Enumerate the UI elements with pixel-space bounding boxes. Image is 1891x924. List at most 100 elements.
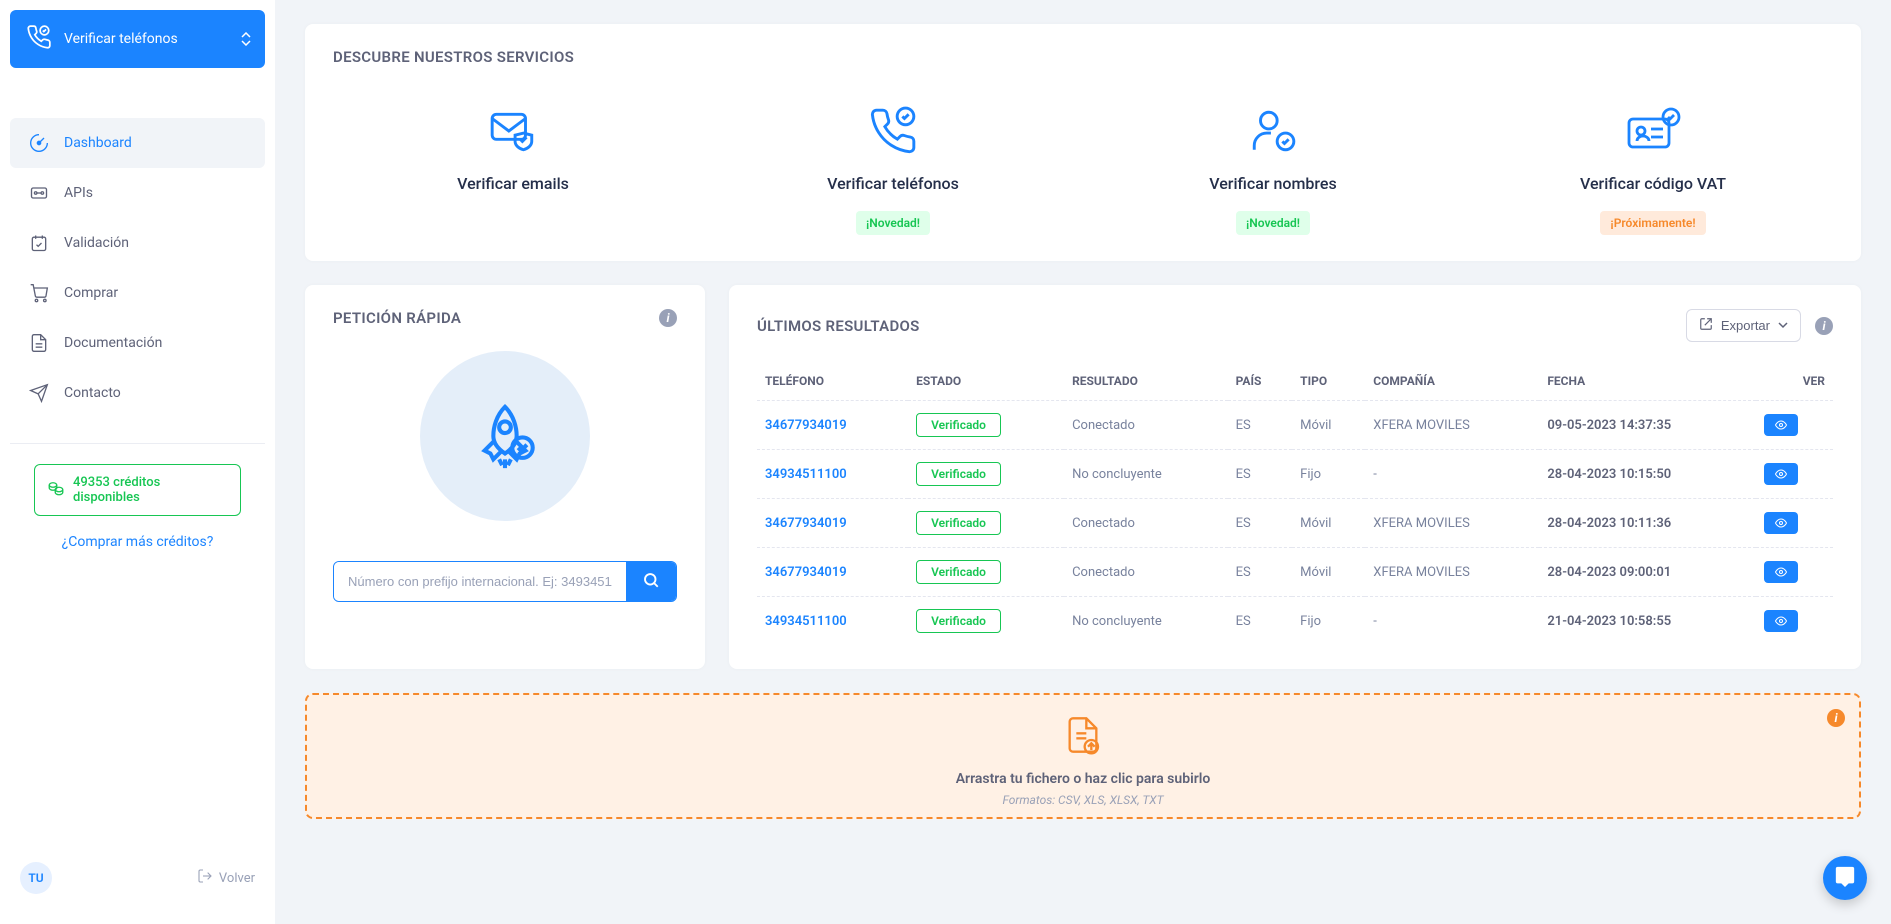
cell-tipo: Fijo bbox=[1292, 597, 1365, 646]
service-label: Verificar teléfonos bbox=[827, 174, 959, 193]
sidebar-item-label: Validación bbox=[64, 235, 129, 251]
col-pais: PAÍS bbox=[1228, 362, 1293, 401]
service-verify-phones[interactable]: Verificar teléfonos ¡Novedad! bbox=[713, 106, 1073, 237]
chevron-updown-icon bbox=[241, 32, 251, 46]
apis-icon bbox=[28, 182, 50, 204]
file-upload-icon bbox=[335, 715, 1831, 759]
cart-icon bbox=[28, 282, 50, 304]
phone-check-icon bbox=[26, 24, 52, 54]
sidebar-item-validacion[interactable]: Validación bbox=[10, 218, 265, 268]
cell-fecha: 28-04-2023 10:15:50 bbox=[1539, 450, 1755, 499]
divider bbox=[10, 443, 265, 444]
cell-pais: ES bbox=[1228, 548, 1293, 597]
cell-compania: - bbox=[1365, 450, 1539, 499]
cell-compania: XFERA MOVILES bbox=[1365, 401, 1539, 450]
id-card-check-icon bbox=[1625, 106, 1681, 156]
cell-resultado: Conectado bbox=[1064, 499, 1228, 548]
cell-resultado: No concluyente bbox=[1064, 597, 1228, 646]
rocket-illustration bbox=[420, 351, 590, 521]
sidebar-item-dashboard[interactable]: Dashboard bbox=[10, 118, 265, 168]
col-resultado: RESULTADO bbox=[1064, 362, 1228, 401]
sidebar-item-apis[interactable]: APIs bbox=[10, 168, 265, 218]
sidebar-item-label: Comprar bbox=[64, 285, 118, 301]
mail-shield-icon bbox=[488, 106, 538, 156]
cell-resultado: No concluyente bbox=[1064, 450, 1228, 499]
services-title: DESCUBRE NUESTROS SERVICIOS bbox=[333, 48, 1833, 66]
phone-input[interactable] bbox=[334, 562, 626, 601]
col-compania: COMPAÑÍA bbox=[1365, 362, 1539, 401]
view-button[interactable] bbox=[1764, 610, 1798, 632]
quick-request-card: PETICIÓN RÁPIDA i bbox=[305, 285, 705, 669]
export-label: Exportar bbox=[1721, 318, 1770, 333]
sidebar: Verificar teléfonos Dashboard APIs bbox=[0, 0, 275, 924]
cell-resultado: Conectado bbox=[1064, 548, 1228, 597]
buy-more-credits-link[interactable]: ¿Comprar más créditos? bbox=[10, 534, 265, 550]
service-verify-vat[interactable]: Verificar código VAT ¡Próximamente! bbox=[1473, 106, 1833, 237]
view-button[interactable] bbox=[1764, 561, 1798, 583]
status-badge: Verificado bbox=[916, 560, 1001, 584]
view-button[interactable] bbox=[1764, 463, 1798, 485]
phone-check-icon bbox=[868, 106, 918, 156]
credits-button[interactable]: 49353 créditos disponibles bbox=[34, 464, 241, 516]
cell-tipo: Móvil bbox=[1292, 401, 1365, 450]
dashboard-icon bbox=[28, 132, 50, 154]
coins-icon bbox=[47, 479, 65, 501]
phone-link[interactable]: 34677934019 bbox=[765, 418, 847, 433]
service-verify-names[interactable]: Verificar nombres ¡Novedad! bbox=[1093, 106, 1453, 237]
cell-tipo: Fijo bbox=[1292, 450, 1365, 499]
info-icon[interactable]: i bbox=[659, 309, 677, 327]
cell-compania: - bbox=[1365, 597, 1539, 646]
service-label: Verificar nombres bbox=[1209, 174, 1336, 193]
info-icon[interactable]: i bbox=[1827, 709, 1845, 727]
sidebar-item-label: Contacto bbox=[64, 385, 121, 401]
export-button[interactable]: Exportar bbox=[1686, 309, 1801, 342]
phone-link[interactable]: 34934511100 bbox=[765, 614, 847, 629]
brand-selector[interactable]: Verificar teléfonos bbox=[10, 10, 265, 68]
results-title: ÚLTIMOS RESULTADOS bbox=[757, 317, 920, 335]
sidebar-item-label: Documentación bbox=[64, 335, 162, 351]
view-button[interactable] bbox=[1764, 414, 1798, 436]
cell-fecha: 28-04-2023 10:11:36 bbox=[1539, 499, 1755, 548]
search-icon bbox=[642, 571, 660, 592]
cell-pais: ES bbox=[1228, 597, 1293, 646]
info-icon[interactable]: i bbox=[1815, 317, 1833, 335]
sidebar-item-contacto[interactable]: Contacto bbox=[10, 368, 265, 418]
phone-link[interactable]: 34677934019 bbox=[765, 565, 847, 580]
phone-link[interactable]: 34677934019 bbox=[765, 516, 847, 531]
search-button[interactable] bbox=[626, 562, 676, 601]
cell-compania: XFERA MOVILES bbox=[1365, 499, 1539, 548]
validation-icon bbox=[28, 232, 50, 254]
status-badge: Verificado bbox=[916, 413, 1001, 437]
sidebar-nav: Dashboard APIs Validación Comprar bbox=[10, 118, 265, 418]
back-button[interactable]: Volver bbox=[197, 868, 255, 888]
status-badge: Verificado bbox=[916, 609, 1001, 633]
col-telefono: TELÉFONO bbox=[757, 362, 908, 401]
phone-link[interactable]: 34934511100 bbox=[765, 467, 847, 482]
upload-subtitle: Formatos: CSV, XLS, XLSX, TXT bbox=[335, 793, 1831, 807]
cell-fecha: 09-05-2023 14:37:35 bbox=[1539, 401, 1755, 450]
document-icon bbox=[28, 332, 50, 354]
cell-fecha: 21-04-2023 10:58:55 bbox=[1539, 597, 1755, 646]
sidebar-item-label: Dashboard bbox=[64, 135, 132, 151]
upload-dropzone[interactable]: i Arrastra tu fichero o haz clic para su… bbox=[305, 693, 1861, 819]
sidebar-item-comprar[interactable]: Comprar bbox=[10, 268, 265, 318]
quick-title: PETICIÓN RÁPIDA bbox=[333, 309, 461, 327]
avatar[interactable]: TU bbox=[20, 862, 52, 894]
sidebar-item-documentacion[interactable]: Documentación bbox=[10, 318, 265, 368]
upload-title: Arrastra tu fichero o haz clic para subi… bbox=[335, 771, 1831, 787]
service-verify-emails[interactable]: Verificar emails bbox=[333, 106, 693, 237]
cell-compania: XFERA MOVILES bbox=[1365, 548, 1539, 597]
table-row: 34677934019VerificadoConectadoESMóvilXFE… bbox=[757, 499, 1833, 548]
export-icon bbox=[1699, 317, 1713, 334]
send-icon bbox=[28, 382, 50, 404]
status-badge: Verificado bbox=[916, 462, 1001, 486]
proximamente-badge: ¡Próximamente! bbox=[1600, 211, 1705, 235]
back-label: Volver bbox=[219, 871, 255, 886]
novedad-badge: ¡Novedad! bbox=[1236, 211, 1310, 235]
novedad-badge: ¡Novedad! bbox=[856, 211, 930, 235]
chevron-down-icon bbox=[1778, 318, 1788, 333]
view-button[interactable] bbox=[1764, 512, 1798, 534]
user-check-icon bbox=[1248, 106, 1298, 156]
table-row: 34934511100VerificadoNo concluyenteESFij… bbox=[757, 450, 1833, 499]
chat-widget[interactable] bbox=[1823, 856, 1867, 900]
